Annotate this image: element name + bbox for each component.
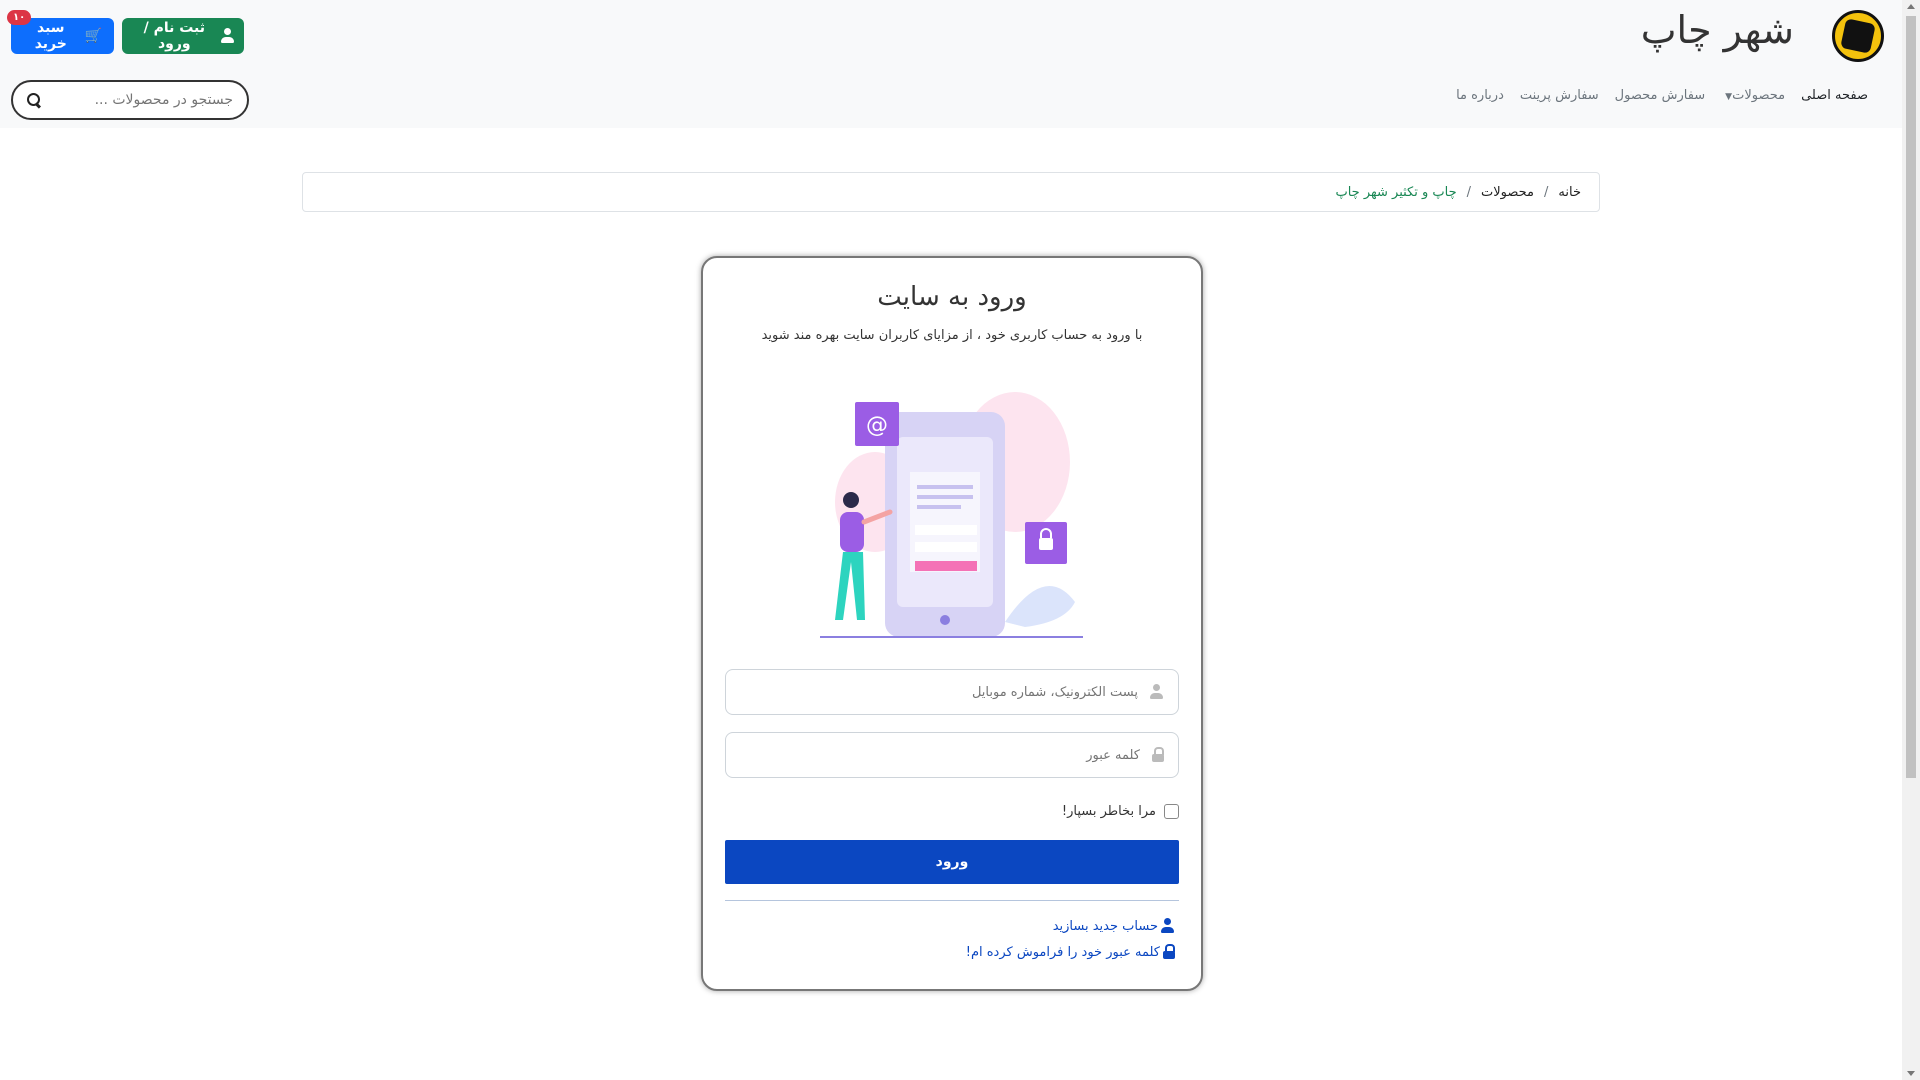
nav-home[interactable]: صفحه اصلی [1801,88,1868,103]
site-header: شهر چاپ ثبت نام / ورود 🛒 سبد خرید ۱۰ صفح… [0,0,1902,128]
login-register-button[interactable]: ثبت نام / ورود [122,18,244,54]
forgot-password-link[interactable]: کلمه عبور خود را فراموش کرده ام! [966,944,1175,960]
lock-icon [1152,747,1164,763]
lock-icon [1163,944,1175,960]
nav-order-product[interactable]: سفارش محصول [1615,88,1706,103]
login-submit-button[interactable]: ورود [725,840,1179,884]
user-icon [1150,684,1164,700]
cart-icon: 🛒 [84,28,102,44]
breadcrumb: خانه / محصولات / چاپ و تکثیر شهر چاپ [302,172,1600,212]
search-icon[interactable] [27,93,41,107]
scroll-up-arrow-icon[interactable] [1907,4,1915,9]
search-input[interactable] [41,92,233,108]
breadcrumb-home[interactable]: خانه [1558,185,1581,200]
login-subtitle: با ورود به حساب کاربری خود ، از مزایای ک… [761,328,1143,343]
password-field [725,732,1179,778]
remember-checkbox[interactable] [1164,804,1179,819]
main-nav: صفحه اصلی محصولات▼ سفارش محصول سفارش پری… [1456,88,1868,103]
login-title: ورود به سایت [877,282,1027,312]
login-register-label: ثبت نام / ورود [143,20,206,52]
breadcrumb-separator: / [1544,184,1549,200]
nav-about[interactable]: درباره ما [1456,88,1504,103]
divider [725,900,1179,901]
breadcrumb-current: چاپ و تکثیر شهر چاپ [1335,184,1457,200]
remember-me[interactable]: مرا بخاطر بسپار! [1062,804,1179,819]
email-input[interactable] [740,684,1138,700]
login-card: ورود به سایت با ورود به حساب کاربری خود … [701,256,1203,991]
scroll-down-arrow-icon[interactable] [1907,1071,1915,1076]
page-scrollbar[interactable] [1902,0,1920,1080]
email-field [725,669,1179,715]
svg-text:@: @ [866,413,888,438]
site-title[interactable]: شهر چاپ [1641,8,1794,52]
remember-label: مرا بخاطر بسپار! [1061,804,1156,819]
scroll-thumb[interactable] [1906,16,1916,778]
register-link[interactable]: حساب جدید بسازید [1053,918,1175,934]
site-logo[interactable] [1832,10,1884,62]
cart-button[interactable]: 🛒 سبد خرید ۱۰ [7,10,114,54]
nav-order-print[interactable]: سفارش پرینت [1520,88,1599,103]
user-icon [1161,918,1175,934]
search-bar [11,80,249,120]
breadcrumb-separator: / [1466,184,1472,200]
breadcrumb-products[interactable]: محصولات [1481,185,1534,200]
nav-products[interactable]: محصولات▼ [1721,88,1785,103]
user-icon [220,28,235,44]
password-input[interactable] [740,747,1140,763]
cart-badge: ۱۰ [7,10,32,25]
cart-label: سبد خرید [34,20,67,52]
login-illustration: @ [820,392,1083,638]
